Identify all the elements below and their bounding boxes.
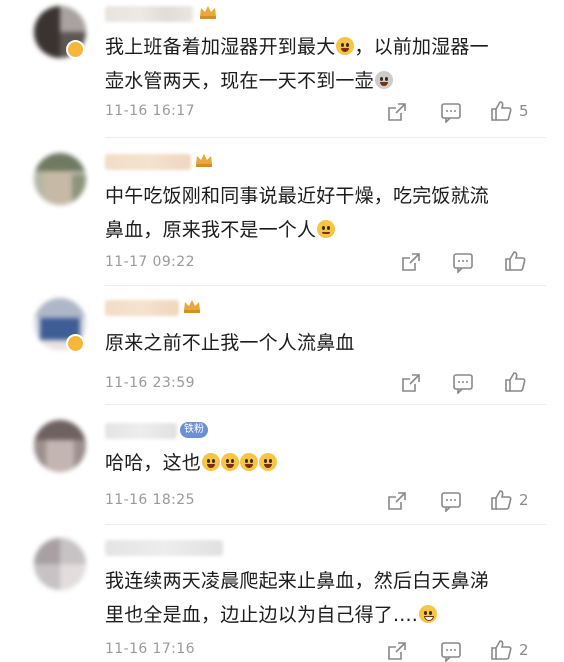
share-icon [402, 374, 420, 392]
username[interactable] [105, 423, 177, 439]
crown-badge-icon [184, 300, 200, 313]
divider [105, 285, 546, 286]
thumbs-up-icon [491, 490, 512, 510]
like-button[interactable] [504, 371, 526, 393]
emoji-icon [418, 605, 437, 623]
timestamp: 11-16 16:17 [105, 103, 195, 119]
verified-badge-icon [66, 40, 85, 59]
comment-text: 原来之前不止我一个人流鼻血 [105, 332, 355, 354]
thumbs-up-icon [505, 251, 526, 271]
comment-button[interactable] [440, 640, 462, 662]
fan-badge: 铁粉 [180, 422, 208, 438]
thumbs-up-icon [505, 372, 526, 392]
share-button[interactable] [400, 372, 422, 394]
like-count: 2 [519, 491, 529, 509]
timestamp: 11-16 23:59 [105, 375, 195, 391]
emoji-icon [336, 37, 355, 55]
emoji-icon [259, 453, 278, 471]
comment-button[interactable] [452, 251, 474, 273]
thumbs-up-icon [491, 101, 512, 121]
share-icon [402, 253, 420, 271]
username[interactable] [105, 6, 193, 22]
comment-text: 我上班备着加湿器开到最大 ，以前加湿器一 壶水管两天，现在一天不到一壶 [105, 36, 489, 92]
emoji-icon [317, 220, 336, 238]
username[interactable] [105, 540, 223, 556]
emoji-icon [240, 453, 259, 471]
avatar[interactable] [34, 420, 86, 472]
comment-button[interactable] [440, 490, 462, 512]
like-count: 5 [519, 102, 529, 120]
share-button[interactable] [400, 251, 422, 273]
divider [105, 404, 546, 405]
share-icon [388, 103, 406, 121]
comment-icon [453, 374, 473, 394]
share-icon [388, 492, 406, 510]
like-button[interactable] [490, 100, 512, 122]
comment-text: 哈哈，这也 [105, 446, 545, 480]
divider [105, 524, 546, 525]
emoji-icon [374, 71, 393, 89]
crown-badge-icon [200, 6, 216, 19]
username[interactable] [105, 300, 179, 316]
like-button[interactable] [504, 250, 526, 272]
comment-icon [441, 492, 461, 512]
timestamp: 11-16 18:25 [105, 492, 195, 508]
like-button[interactable] [490, 639, 512, 661]
like-button[interactable] [490, 489, 512, 511]
comment-text: 中午吃饭刚和同事说最近好干燥，吃完饭就流 鼻血，原来我不是一个人 [105, 185, 490, 241]
avatar[interactable] [34, 538, 86, 590]
comment-button[interactable] [440, 101, 462, 123]
comment-icon [441, 103, 461, 123]
share-button[interactable] [386, 490, 408, 512]
verified-badge-icon [66, 334, 85, 353]
timestamp: 11-16 17:16 [105, 641, 195, 657]
share-icon [388, 642, 406, 660]
divider [105, 137, 546, 138]
emoji-icon [221, 453, 240, 471]
timestamp: 11-17 09:22 [105, 254, 195, 270]
share-button[interactable] [386, 640, 408, 662]
emoji-icon [202, 453, 221, 471]
username[interactable] [105, 154, 191, 170]
comment-button[interactable] [452, 372, 474, 394]
crown-badge-icon [196, 154, 212, 167]
share-button[interactable] [386, 101, 408, 123]
comment-text: 我连续两天凌晨爬起来止鼻血，然后白天鼻涕 里也全是血，边止边以为自己得了.... [105, 570, 490, 626]
comment-icon [453, 253, 473, 273]
like-count: 2 [519, 641, 529, 659]
avatar[interactable] [34, 153, 86, 205]
thumbs-up-icon [491, 640, 512, 660]
comment-icon [441, 642, 461, 662]
